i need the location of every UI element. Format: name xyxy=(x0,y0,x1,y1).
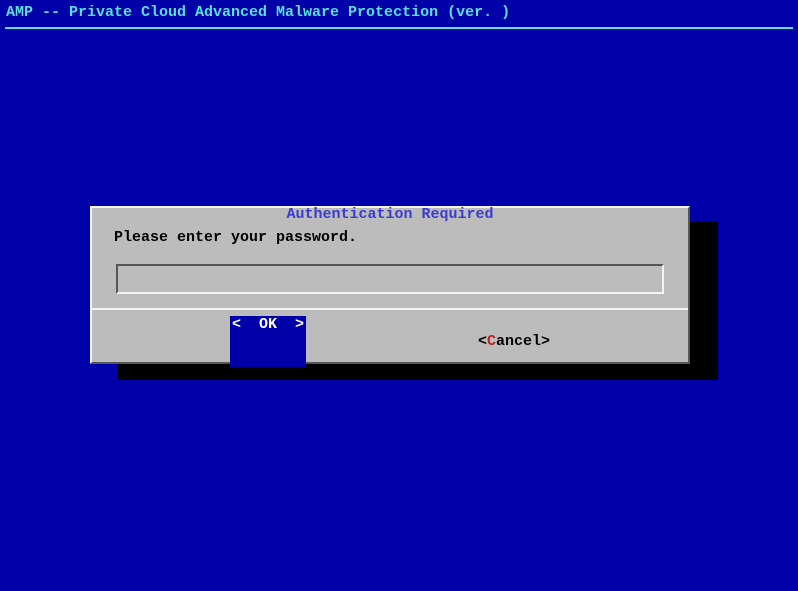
app-title: AMP -- Private Cloud Advanced Malware Pr… xyxy=(0,0,798,23)
cancel-rest: ancel xyxy=(496,333,541,350)
dialog-button-row: < OK > <Cancel> xyxy=(102,316,678,367)
cancel-bracket-open: < xyxy=(478,333,487,350)
header-divider xyxy=(0,23,798,35)
auth-dialog: Authentication Required Please enter you… xyxy=(90,206,690,364)
dialog-prompt: Please enter your password. xyxy=(102,229,678,246)
ok-button[interactable]: < OK > xyxy=(230,316,306,367)
dialog-divider xyxy=(92,308,688,310)
cancel-hotkey: C xyxy=(487,333,496,350)
cancel-button[interactable]: <Cancel> xyxy=(406,316,550,367)
cancel-bracket-close: > xyxy=(541,333,550,350)
dialog-title: Authentication Required xyxy=(102,206,678,223)
password-input[interactable] xyxy=(116,264,664,294)
